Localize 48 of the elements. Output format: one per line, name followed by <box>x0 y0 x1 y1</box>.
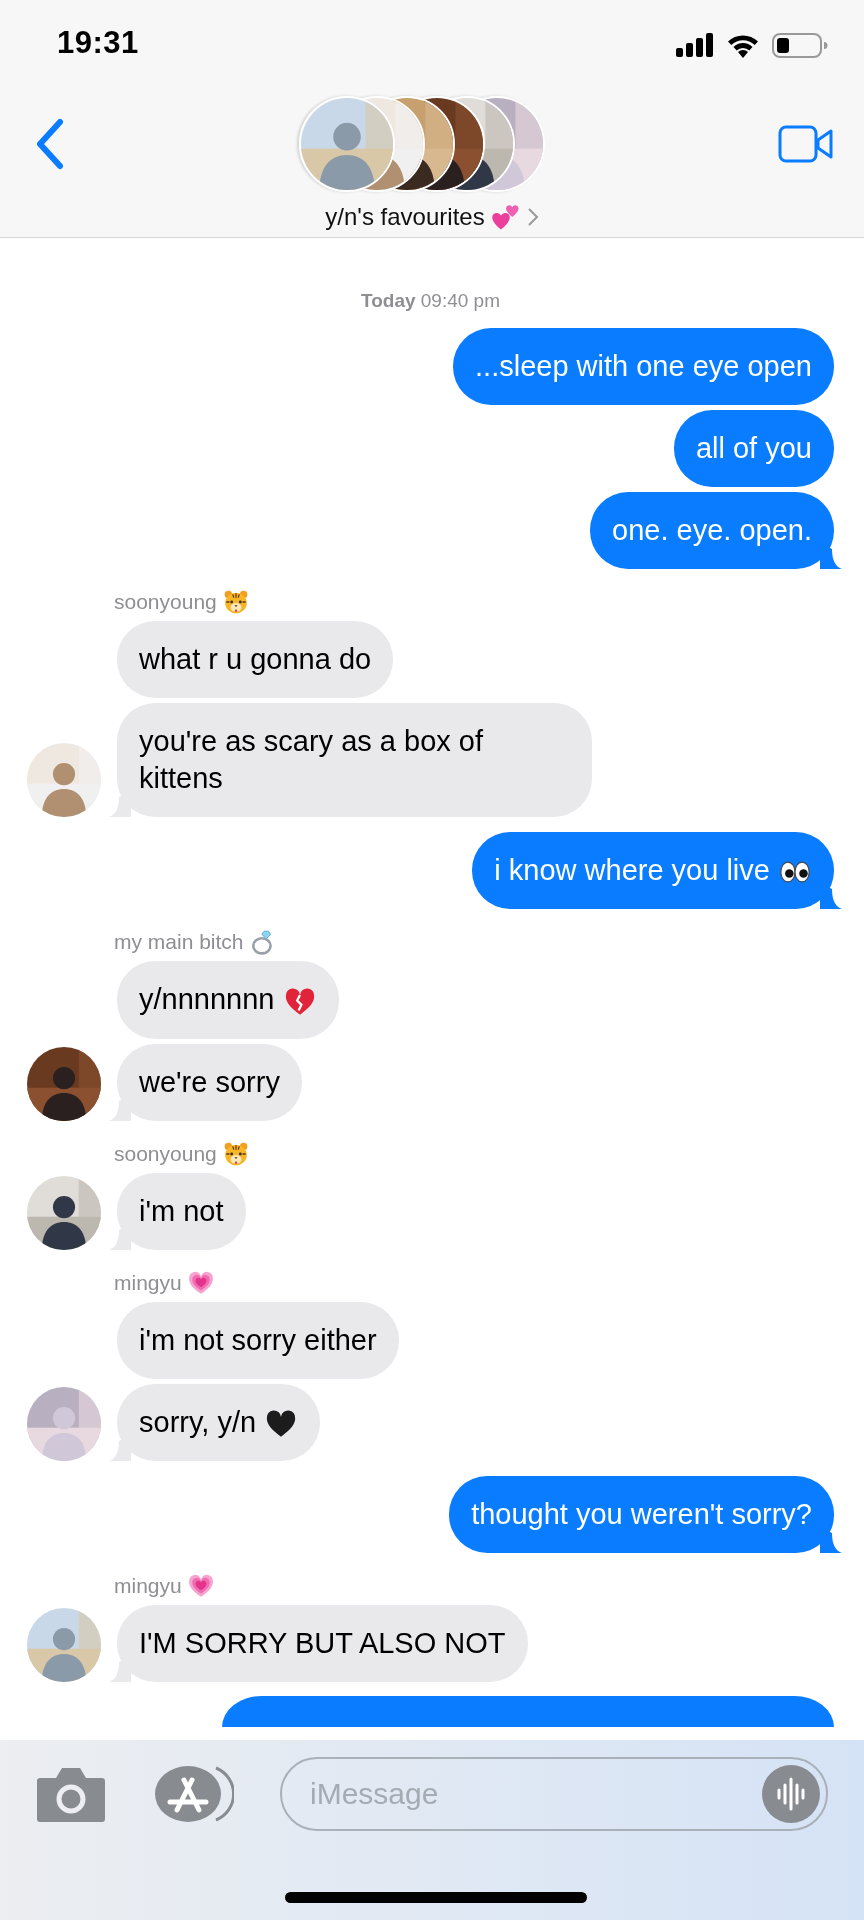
message-text: ...sleep with one eye open <box>475 350 812 382</box>
message-bubble[interactable]: ...sleep with one eye open <box>453 328 834 405</box>
app-store-button[interactable] <box>154 1764 234 1824</box>
message-text: y/nnnnnnn <box>139 983 275 1016</box>
message-text: i'm not <box>139 1194 224 1227</box>
message-bubble[interactable]: what r u gonna do <box>117 621 394 698</box>
battery-icon <box>772 32 828 58</box>
message-text: i know where you live <box>494 854 770 886</box>
message-bubble[interactable]: you're as scary as a box of kittens <box>117 703 592 817</box>
message-text: you're as scary as a box of kittens <box>139 725 484 794</box>
back-button[interactable] <box>34 118 66 170</box>
message-text: thought you weren't sorry? <box>471 1498 812 1531</box>
tiger-face-icon <box>222 589 249 615</box>
video-call-button[interactable] <box>778 124 834 164</box>
clock-time: 19:31 <box>57 25 139 61</box>
tiger-face-icon <box>222 1140 249 1167</box>
message-bubble[interactable]: i'm not <box>117 1172 246 1250</box>
sender-name: mingyu <box>114 1574 182 1599</box>
heart-icon <box>187 1269 214 1296</box>
message-bubble[interactable]: we're sorry <box>117 1043 302 1121</box>
message-bubble[interactable]: y/nnnnnnn <box>117 961 339 1039</box>
message-bubble[interactable]: i know where you live <box>472 832 834 910</box>
message-bubble[interactable]: all of you <box>673 410 834 487</box>
chevron-icon[interactable] <box>526 207 539 227</box>
message-text: we're sorry <box>139 1065 280 1098</box>
wifi-icon <box>726 32 760 58</box>
message-bubble[interactable]: i'm not sorry either <box>117 1301 399 1379</box>
hearts-icon <box>490 202 521 232</box>
message-text: one. eye. open. <box>612 514 812 546</box>
signal-icon <box>676 33 714 57</box>
message-text: i'm not sorry either <box>139 1323 377 1356</box>
message-text: all of you <box>695 432 812 464</box>
sender-name: my main bitch <box>114 930 244 955</box>
message-text: sorry, y/n <box>139 1405 257 1438</box>
message-text: I'M SORRY BUT ALSO NOT <box>139 1627 506 1660</box>
message-bubble[interactable]: sorry, y/n <box>117 1383 321 1462</box>
message-bubble[interactable]: thought you weren't sorry? <box>449 1476 834 1554</box>
sender-name: soonyoung <box>114 1141 217 1166</box>
message-bubble[interactable]: I'M SORRY BUT ALSO NOT <box>117 1605 528 1683</box>
timestamp: Today 09:40 pm <box>359 290 501 312</box>
message-bubble[interactable]: one. eye. open. <box>590 492 834 569</box>
message-input-field[interactable]: iMessage <box>280 1757 828 1831</box>
voice-input-icon[interactable] <box>762 1765 820 1823</box>
group-name[interactable]: y/n's favourites <box>325 203 485 231</box>
camera-button[interactable] <box>36 1766 106 1822</box>
sender-name: mingyu <box>114 1270 182 1295</box>
sender-name: soonyoung <box>114 590 217 614</box>
message-text: what r u gonna do <box>139 643 372 675</box>
